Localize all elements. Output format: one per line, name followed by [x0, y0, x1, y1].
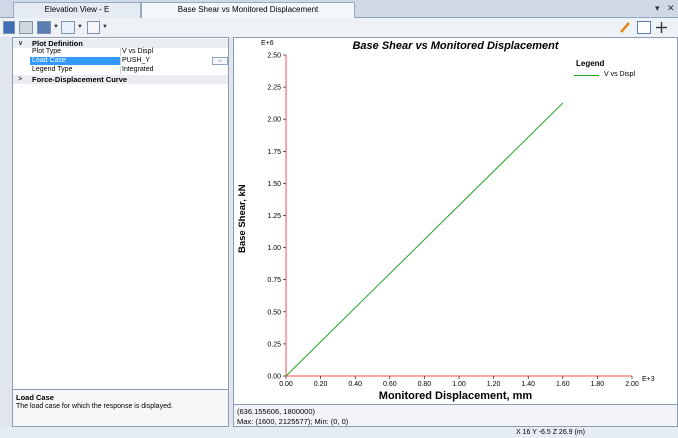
- y-tick-label: 0.75: [267, 277, 281, 284]
- y-tick-label: 0.25: [267, 341, 281, 348]
- max-min-readout: Max: (1600, 2125577); Min: (0, 0): [237, 417, 349, 426]
- chevron-down-icon[interactable]: ⌵: [212, 57, 228, 65]
- tab-label: Base Shear vs Monitored Displacement: [177, 5, 319, 14]
- divider: [120, 48, 121, 56]
- group-plot-definition[interactable]: ∨ Plot Definition: [13, 39, 228, 48]
- divider: [120, 66, 121, 74]
- collapse-icon[interactable]: ∨: [18, 39, 23, 48]
- x-tick-label: 0.20: [314, 381, 328, 388]
- export-icon[interactable]: [37, 21, 51, 34]
- group-title: Plot Definition: [32, 39, 83, 48]
- x-tick-label: 1.20: [487, 381, 501, 388]
- legend-entry: V vs Displ: [604, 71, 636, 78]
- cursor-readout: (636.155606, 1800000): [237, 407, 315, 416]
- tab-bar: Elevation View - E Base Shear vs Monitor…: [0, 0, 678, 18]
- legend-swatch: [574, 75, 599, 76]
- chart-panel[interactable]: E+6 Base Shear vs Monitored Displacement…: [233, 37, 678, 405]
- status-panel: (636.155606, 1800000) Max: (1600, 212557…: [233, 405, 678, 427]
- prop-key: Plot Type: [32, 48, 62, 55]
- chart-options-icon[interactable]: [87, 21, 100, 34]
- print-icon[interactable]: [19, 21, 33, 34]
- x-tick-label: 1.60: [556, 381, 570, 388]
- y-tick-label: 0.50: [267, 309, 281, 316]
- x-tick-label: 0.40: [348, 381, 362, 388]
- toolbar: ▼ ▼ ▼: [0, 18, 678, 37]
- group-title: Force-Displacement Curve: [32, 75, 128, 84]
- prop-row-plot-type[interactable]: Plot Type V vs Displ: [13, 48, 228, 56]
- x-tick-label: 1.00: [452, 381, 466, 388]
- x-tick-label: 1.80: [591, 381, 605, 388]
- pencil-icon[interactable]: [619, 21, 631, 34]
- tab-label: Elevation View - E: [44, 5, 110, 14]
- prop-value: V vs Displ: [122, 48, 154, 55]
- y-axis-label: Base Shear, kN: [237, 184, 248, 253]
- group-force-displacement[interactable]: > Force-Displacement Curve: [13, 75, 228, 84]
- chevron-down-icon[interactable]: ▼: [102, 24, 108, 30]
- save-icon[interactable]: [3, 21, 15, 34]
- chevron-down-icon[interactable]: ▼: [53, 24, 59, 30]
- prop-key: Legend Type: [32, 66, 73, 73]
- property-panel: ∨ Plot Definition Plot Type V vs Displ L…: [12, 37, 229, 427]
- prop-value: Integrated: [122, 66, 154, 73]
- display-icon[interactable]: [637, 21, 651, 34]
- y-tick-label: 1.00: [267, 245, 281, 252]
- tab-list-dropdown[interactable]: ▾: [655, 3, 660, 14]
- y-tick-label: 2.50: [267, 53, 281, 60]
- description-text: The load case for which the response is …: [16, 403, 173, 410]
- x-tick-label: 0.60: [383, 381, 397, 388]
- y-tick-label: 0.00: [267, 374, 281, 381]
- x-axis-exponent: E+3: [642, 376, 655, 383]
- x-tick-label: 0.00: [279, 381, 293, 388]
- divider: [120, 57, 121, 65]
- legend-title: Legend: [576, 59, 605, 68]
- tab-elevation-view[interactable]: Elevation View - E: [13, 2, 141, 18]
- x-tick-label: 2.00: [625, 381, 639, 388]
- table-icon[interactable]: [61, 21, 75, 34]
- chevron-down-icon[interactable]: ▼: [77, 24, 83, 30]
- bottom-status-bar: X 16 Y -6.5 Z 26.9 (m): [0, 427, 678, 438]
- prop-key: Load Case: [30, 57, 120, 65]
- series-line: [285, 102, 564, 377]
- close-icon[interactable]: ✕: [667, 3, 675, 14]
- y-tick-label: 2.25: [267, 85, 281, 92]
- y-tick-label: 1.25: [267, 213, 281, 220]
- x-axis-label: Monitored Displacement, mm: [378, 390, 533, 402]
- legend: Legend V vs Displ: [552, 56, 650, 92]
- prop-row-load-case[interactable]: Load Case PUSH_Y ⌵: [13, 57, 228, 65]
- prop-row-legend-type[interactable]: Legend Type Integrated: [13, 66, 228, 74]
- load-case-value[interactable]: PUSH_Y: [122, 57, 150, 65]
- coordinate-readout: X 16 Y -6.5 Z 26.9 (m): [516, 429, 585, 436]
- expand-icon[interactable]: >: [18, 75, 22, 84]
- y-tick-label: 1.75: [267, 149, 281, 156]
- description-title: Load Case: [16, 393, 54, 402]
- pan-icon[interactable]: [655, 21, 668, 34]
- x-tick-label: 1.40: [521, 381, 535, 388]
- y-tick-label: 1.50: [267, 181, 281, 188]
- x-tick-label: 0.80: [418, 381, 432, 388]
- description-pane: Load Case The load case for which the re…: [13, 389, 228, 426]
- chart-plot[interactable]: 0.00 0.25 0.50 0.75 1.00 1.25 1.50 1.75 2.00 2.25…: [234, 38, 677, 404]
- y-tick-label: 2.00: [267, 117, 281, 124]
- tab-base-shear[interactable]: Base Shear vs Monitored Displacement: [141, 2, 355, 18]
